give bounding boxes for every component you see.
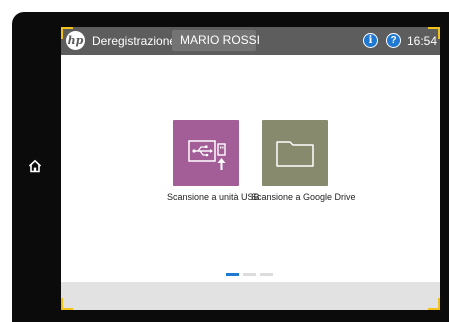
user-name-badge[interactable]: MARIO ROSSI — [172, 30, 260, 51]
scan-to-google-drive-label: Scansione a Google Drive — [251, 192, 356, 202]
frame-corner — [428, 298, 440, 310]
page-dot-3[interactable] — [260, 273, 273, 276]
info-icon[interactable]: i — [363, 33, 378, 48]
top-bar: hp Deregistrazione MARIO ROSSI i ? 16:54 — [61, 27, 440, 55]
scan-to-usb-tile[interactable] — [173, 120, 239, 186]
home-button[interactable] — [26, 157, 44, 175]
page-dot-1[interactable] — [226, 273, 239, 276]
folder-icon — [276, 141, 314, 167]
page-dot-2[interactable] — [243, 273, 256, 276]
frame-corner — [61, 298, 73, 310]
usb-icon — [188, 140, 226, 170]
help-icon[interactable]: ? — [386, 33, 401, 48]
printer-screen: hp Deregistrazione MARIO ROSSI i ? 16:54… — [61, 27, 440, 310]
home-icon — [28, 159, 42, 173]
signout-button[interactable]: Deregistrazione — [92, 34, 176, 48]
bottom-bar — [61, 282, 440, 310]
scan-to-usb-label: Scansione a unità USB — [167, 192, 260, 202]
frame-corner — [61, 27, 73, 39]
scan-to-google-drive-tile[interactable] — [262, 120, 328, 186]
frame-corner — [428, 27, 440, 39]
